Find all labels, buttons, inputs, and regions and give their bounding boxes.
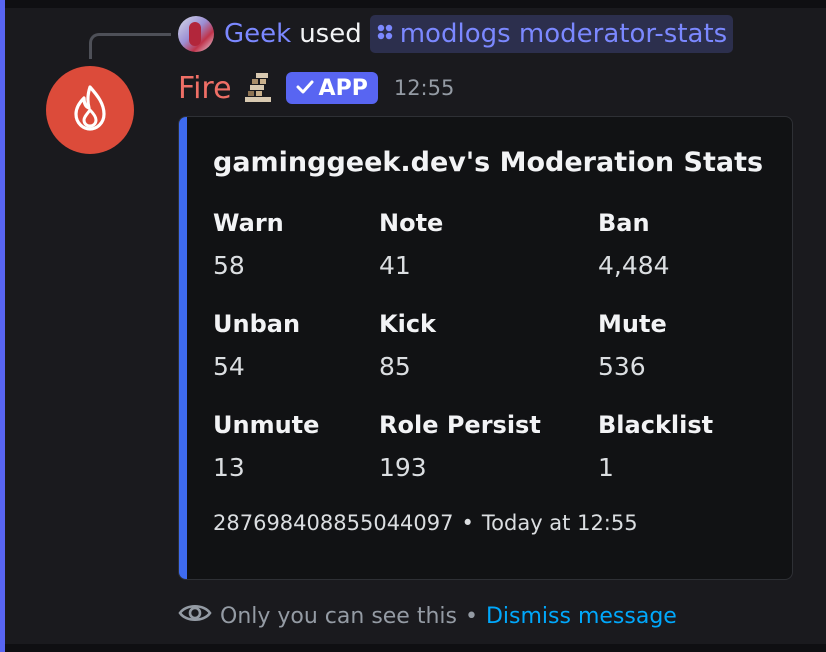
embed-field-unban: Unban 54 bbox=[213, 306, 300, 386]
message-timestamp[interactable]: 12:55 bbox=[394, 76, 455, 100]
field-value: 4,484 bbox=[598, 251, 670, 280]
dismiss-message-link[interactable]: Dismiss message bbox=[486, 604, 677, 629]
reply-user-avatar[interactable] bbox=[178, 16, 214, 52]
reply-username[interactable]: Geek bbox=[224, 19, 291, 49]
footer-separator: • bbox=[461, 511, 474, 535]
jenga-tower-icon bbox=[242, 71, 276, 105]
field-name: Role Persist bbox=[379, 411, 541, 439]
top-divider bbox=[0, 0, 826, 8]
field-value: 13 bbox=[213, 453, 245, 482]
embed-accent-bar bbox=[179, 117, 187, 579]
app-badge-label: APP bbox=[318, 75, 368, 101]
embed-card: gaminggeek.dev's Moderation Stats Warn 5… bbox=[178, 116, 793, 580]
checkmark-icon bbox=[296, 76, 314, 101]
field-name: Unmute bbox=[213, 411, 320, 439]
field-value: 85 bbox=[379, 352, 411, 381]
ephemeral-separator: • bbox=[464, 603, 478, 629]
bottom-divider bbox=[0, 644, 826, 652]
embed-field-blacklist: Blacklist 1 bbox=[598, 407, 713, 487]
ephemeral-text: Only you can see this bbox=[220, 603, 457, 629]
field-value: 54 bbox=[213, 352, 245, 381]
command-mention[interactable]: modlogs moderator-stats bbox=[369, 15, 734, 53]
command-reply-context[interactable]: Geek used modlogs moderator-stats bbox=[178, 15, 734, 53]
field-name: Blacklist bbox=[598, 411, 714, 439]
field-name: Ban bbox=[598, 209, 650, 237]
embed-footer: 287698408855044097 • Today at 12:55 bbox=[213, 511, 638, 535]
reply-used-text: used bbox=[299, 19, 362, 49]
field-value: 1 bbox=[598, 453, 614, 482]
chat-message-frame: Geek used modlogs moderator-stats Fire A… bbox=[0, 0, 826, 652]
bot-avatar[interactable] bbox=[46, 66, 134, 154]
reply-connector bbox=[89, 33, 171, 59]
ephemeral-notice: Only you can see this • Dismiss message bbox=[178, 598, 677, 634]
embed-field-role-persist: Role Persist 193 bbox=[379, 407, 541, 487]
footer-id: 287698408855044097 bbox=[213, 511, 454, 535]
app-badge: APP bbox=[285, 72, 378, 104]
embed-field-ban: Ban 4,484 bbox=[598, 205, 670, 285]
field-name: Warn bbox=[213, 209, 284, 237]
bot-name[interactable]: Fire bbox=[178, 71, 232, 106]
field-value: 536 bbox=[598, 352, 646, 381]
command-name: modlogs moderator-stats bbox=[399, 19, 728, 49]
field-value: 193 bbox=[379, 453, 427, 482]
field-value: 41 bbox=[379, 251, 411, 280]
field-name: Note bbox=[379, 209, 444, 237]
flame-icon bbox=[70, 84, 110, 136]
embed-field-warn: Warn 58 bbox=[213, 205, 284, 285]
highlight-bar bbox=[0, 0, 5, 652]
field-name: Kick bbox=[379, 310, 437, 338]
embed-field-unmute: Unmute 13 bbox=[213, 407, 319, 487]
field-value: 58 bbox=[213, 251, 245, 280]
slash-command-icon bbox=[376, 23, 394, 45]
embed-field-note: Note 41 bbox=[379, 205, 443, 285]
eye-icon bbox=[178, 601, 212, 631]
message-header: Fire APP 12:55 bbox=[178, 66, 454, 110]
embed-field-mute: Mute 536 bbox=[598, 306, 667, 386]
field-name: Unban bbox=[213, 310, 301, 338]
footer-timestamp: Today at 12:55 bbox=[481, 511, 638, 535]
embed-title: gaminggeek.dev's Moderation Stats bbox=[213, 147, 764, 178]
embed-field-kick: Kick 85 bbox=[379, 306, 436, 386]
field-name: Mute bbox=[598, 310, 667, 338]
